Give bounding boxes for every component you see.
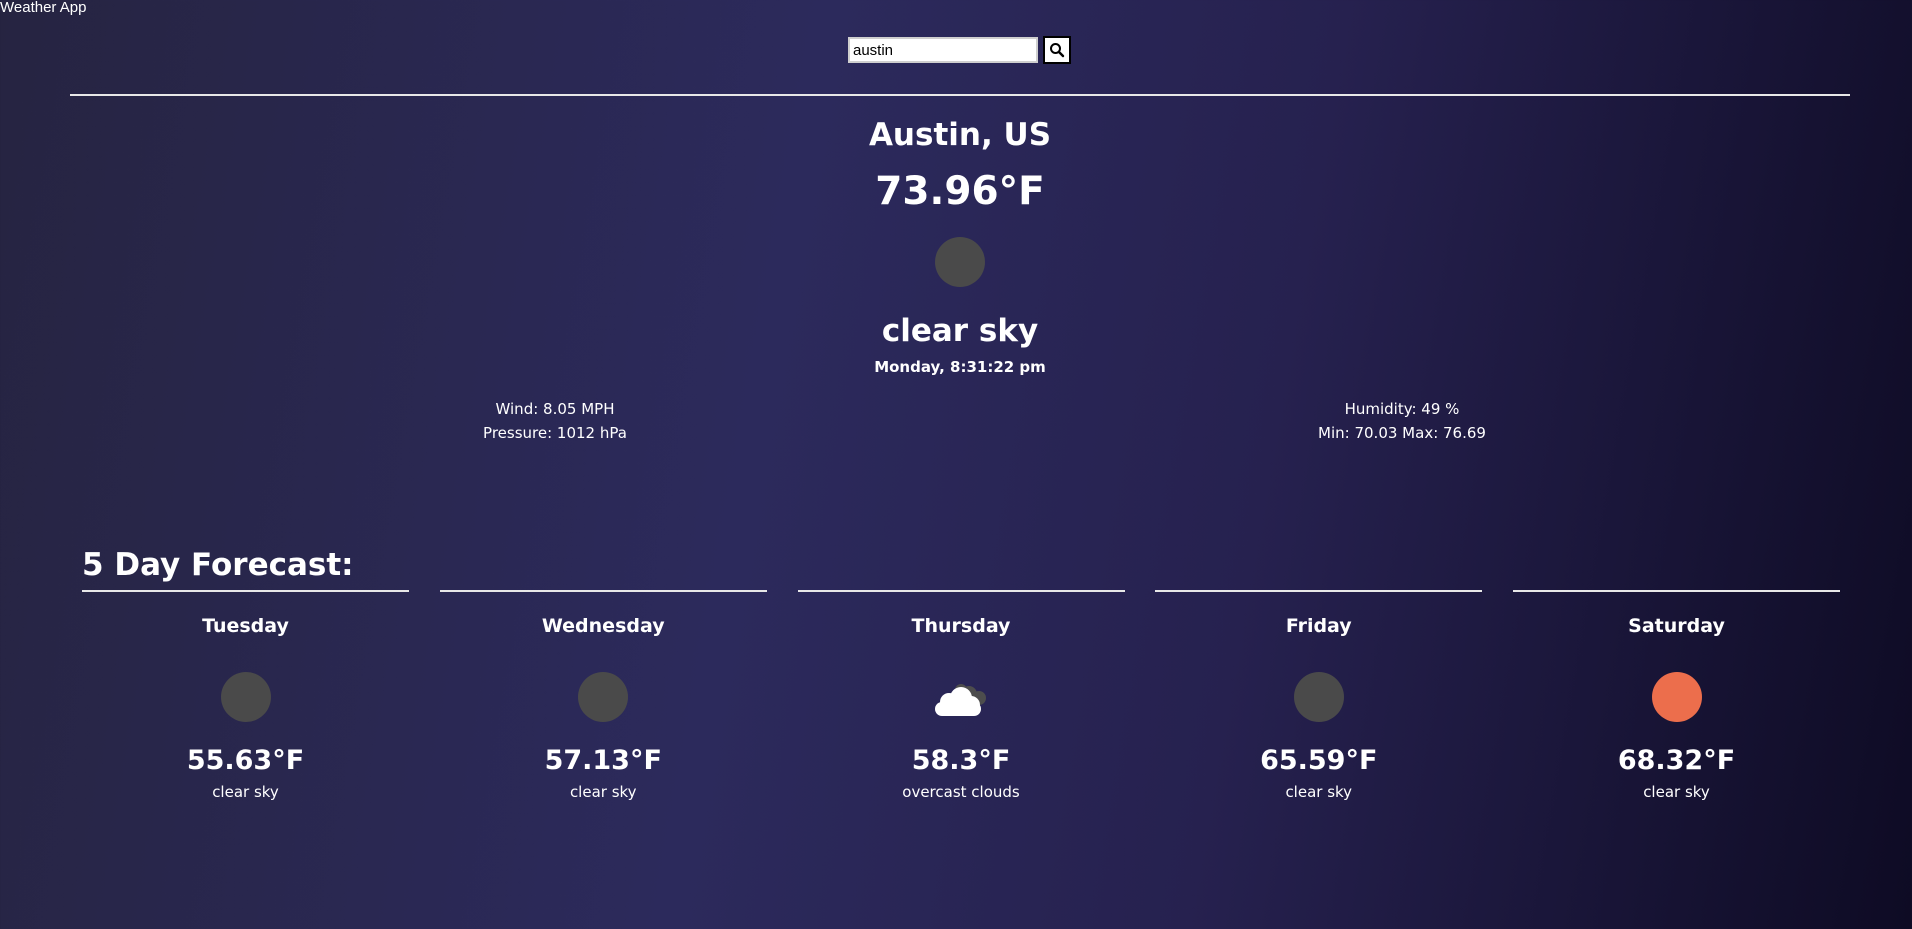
forecast-condition: clear sky (1643, 783, 1710, 801)
clear-night-icon (578, 672, 629, 722)
forecast-day: Saturday 68.32°F clear sky (1513, 590, 1840, 802)
app-title: Weather App (0, 0, 87, 16)
forecast-day: Tuesday 55.63°F clear sky (82, 590, 409, 802)
current-temperature: 73.96°F (875, 169, 1045, 214)
clear-night-icon (1293, 672, 1344, 722)
humidity-minmax-details: Humidity: 49 % Min: 70.03 Max: 76.69 (1302, 397, 1502, 445)
pressure: Pressure: 1012 hPa (483, 424, 627, 442)
wind-speed: Wind: 8.05 MPH (495, 400, 615, 418)
forecast-day: Thursday 58.3°F overcast clouds (797, 590, 1125, 802)
sun-icon (1651, 672, 1702, 722)
forecast-title: 5 Day Forecast: (82, 547, 354, 583)
search-input[interactable] (848, 37, 1038, 63)
current-datetime: Monday, 8:31:22 pm (874, 358, 1046, 376)
forecast-temperature: 68.32°F (1617, 745, 1736, 776)
forecast-condition: overcast clouds (902, 783, 1020, 801)
forecast-temperature: 58.3°F (911, 745, 1011, 776)
forecast-condition: clear sky (1285, 783, 1353, 801)
current-condition: clear sky (881, 313, 1039, 349)
clear-night-icon (935, 237, 985, 287)
current-weather: Austin, US 73.96°F clear sky Monday, 8:3… (0, 115, 1912, 377)
forecast-temperature: 65.59°F (1260, 745, 1378, 776)
overcast-clouds-icon (935, 684, 986, 716)
search-button[interactable] (1043, 36, 1071, 64)
humidity: Humidity: 49 % (1344, 400, 1460, 418)
forecast-day: Friday 65.59°F clear sky (1155, 590, 1483, 802)
clear-night-icon (220, 672, 271, 722)
location-name: Austin, US (868, 117, 1052, 153)
forecast-day-name: Saturday (1628, 615, 1725, 637)
forecast-day-name: Friday (1285, 615, 1352, 637)
header-divider (70, 94, 1850, 96)
forecast-temperature: 55.63°F (186, 745, 305, 776)
search-icon (1050, 43, 1065, 58)
forecast-day: Wednesday 57.13°F clear sky (439, 590, 767, 802)
forecast-list: Tuesday 55.63°F clear sky Wednesday 57.1… (82, 590, 1840, 802)
forecast-condition: clear sky (212, 783, 279, 801)
forecast-day-name: Tuesday (202, 615, 289, 637)
forecast-condition: clear sky (569, 783, 637, 801)
forecast-day-name: Thursday (911, 615, 1011, 637)
forecast-temperature: 57.13°F (544, 745, 662, 776)
wind-pressure-details: Wind: 8.05 MPH Pressure: 1012 hPa (455, 397, 655, 445)
forecast-day-name: Wednesday (541, 615, 665, 637)
search-bar (848, 36, 1071, 64)
min-max-temperature: Min: 70.03 Max: 76.69 (1318, 424, 1486, 442)
